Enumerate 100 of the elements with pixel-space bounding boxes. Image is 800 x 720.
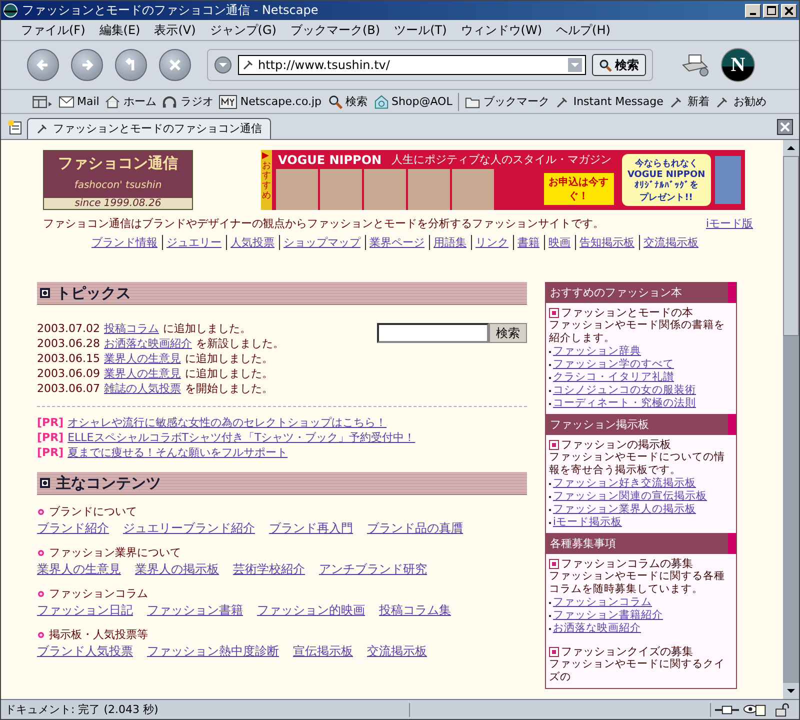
content-link[interactable]: ファッション書籍 xyxy=(147,603,243,618)
eye-document-icon xyxy=(743,702,767,716)
content-link[interactable]: 業界人の生意見 xyxy=(37,562,121,577)
bookmark-link[interactable]: 検索 xyxy=(346,94,368,109)
content-link[interactable]: ブランド人気投票 xyxy=(37,644,133,659)
bookmark-link[interactable]: ブックマーク xyxy=(483,94,550,109)
scrollbar[interactable] xyxy=(783,140,799,699)
search-button[interactable]: 検索 xyxy=(489,323,527,343)
nav-link[interactable]: 告知掲示板 xyxy=(574,235,634,250)
browser-logo[interactable]: N xyxy=(721,48,755,82)
nav-link[interactable]: 人気投票 xyxy=(226,235,274,250)
address-field[interactable]: http://www.tsushin.tv/ xyxy=(238,55,586,75)
menu-item[interactable]: 表示(V) xyxy=(154,22,196,38)
topic-link[interactable]: 業界人の生意見 xyxy=(104,366,181,381)
sidebar-link[interactable]: クラシコ・イタリア礼讃 xyxy=(553,371,674,384)
sidebar-link[interactable]: ファッション書籍紹介 xyxy=(553,609,663,622)
scrollbar-thumb[interactable] xyxy=(783,156,799,336)
menu-item[interactable]: ブックマーク(B) xyxy=(290,22,380,38)
minimize-button[interactable] xyxy=(745,4,761,18)
close-tab-button[interactable] xyxy=(777,118,793,134)
menu-item[interactable]: 編集(E) xyxy=(99,22,140,38)
topic-text: に追加しました。 xyxy=(162,321,251,336)
back-button[interactable] xyxy=(27,49,59,81)
close-button[interactable] xyxy=(781,4,797,18)
forward-button[interactable] xyxy=(71,49,103,81)
photo-placeholder xyxy=(452,169,494,210)
bookmark-link[interactable]: ホーム xyxy=(123,94,156,109)
content-link[interactable]: ブランド紹介 xyxy=(37,521,109,536)
search-button[interactable]: 検索 xyxy=(592,54,646,76)
bookmark-link[interactable]: 新着 xyxy=(687,94,710,109)
menu-item[interactable]: ファイル(F) xyxy=(21,22,86,38)
menu-item[interactable]: ジャンプ(G) xyxy=(210,22,276,38)
block-title: ファッションクイズの募集 xyxy=(561,645,693,658)
topic-link[interactable]: 業界人の生意見 xyxy=(104,351,181,366)
site-logo[interactable]: ファショコン通信 fashocon' tsushin since 1999.08.26 xyxy=(43,150,193,210)
content-link[interactable]: 投稿コラム集 xyxy=(379,603,451,618)
pr-link[interactable]: ELLEスペシャルコラボTシャツ付き「Tシャツ・ブック」予約受付中！ xyxy=(68,430,416,445)
sidebar-link[interactable]: お洒落な映画紹介 xyxy=(553,622,641,635)
bookmark-link[interactable]: お勧め xyxy=(733,94,766,109)
content-link[interactable]: ファッション的映画 xyxy=(257,603,365,618)
content-link[interactable]: 芸術学校紹介 xyxy=(233,562,305,577)
sidebar-link[interactable]: ファッション関連の宣伝掲示板 xyxy=(553,490,707,503)
nav-link[interactable]: ショップマップ xyxy=(278,235,360,250)
topic-link[interactable]: 投稿コラム xyxy=(104,321,159,336)
maximize-button[interactable] xyxy=(763,4,779,18)
printer-icon[interactable] xyxy=(679,52,709,78)
content-link[interactable]: ブランド再入門 xyxy=(269,521,353,536)
nav-link[interactable]: ブランド情報 xyxy=(92,235,158,250)
pr-link[interactable]: オシャレや流行に敏感な女性の為のセレクトショップはこちら！ xyxy=(68,415,387,430)
sidebar-link[interactable]: ファッション学のすべて xyxy=(553,358,674,371)
content-link[interactable]: ブランド品の真贋 xyxy=(367,521,463,536)
block-description: ファッションやモード関係の書籍を紹介します。 xyxy=(549,319,726,345)
content-link[interactable]: アンチブランド研究 xyxy=(319,562,427,577)
group-title: ファッションコラム xyxy=(49,586,148,601)
sidebar-link[interactable]: コシノジュンコの女の服装術 xyxy=(553,384,696,397)
sidebar-link[interactable]: コーディネート・究極の法則 xyxy=(553,397,696,410)
topic-date: 2003.06.28 xyxy=(37,336,100,351)
sidebar-link[interactable]: ファッションコラム xyxy=(553,596,652,609)
sidebar-toggle-icon[interactable] xyxy=(31,94,53,110)
sidebar-link[interactable]: ファッション好き交流掲示板 xyxy=(553,477,696,490)
nav-link[interactable]: 交流掲示板 xyxy=(638,235,698,250)
pr-link[interactable]: 夏までに痩せる！そんな願いをフルサポート xyxy=(68,445,288,460)
content-link[interactable]: 宣伝掲示板 xyxy=(293,644,353,659)
content-link[interactable]: ファッション日記 xyxy=(37,603,133,618)
sidebar-link[interactable]: ファッション業界人の掲示板 xyxy=(553,503,696,516)
bookmark-link[interactable]: Shop@AOL xyxy=(392,95,452,108)
dropdown-icon[interactable] xyxy=(214,56,232,74)
content-link[interactable]: 業界人の掲示板 xyxy=(135,562,219,577)
content-link[interactable]: ファッション熱中度診断 xyxy=(147,644,279,659)
nav-link[interactable]: 書籍 xyxy=(512,235,540,250)
topic-link[interactable]: お洒落な映画紹介 xyxy=(104,336,192,351)
menu-item[interactable]: ツール(T) xyxy=(394,22,447,38)
menu-item[interactable]: ヘルプ(H) xyxy=(556,22,610,38)
sidebar-link[interactable]: iモード掲示板 xyxy=(553,516,622,529)
nav-link[interactable]: 業界ページ xyxy=(364,235,424,250)
bookmark-link[interactable]: Instant Message xyxy=(573,95,664,108)
topic-link[interactable]: 雑誌の人気投票 xyxy=(104,381,181,396)
offer-label: 今ならもれなく VOGUE NIPPON ｵﾘｼﾞﾅﾙﾊﾞｯｸﾞを プレゼント!! xyxy=(622,154,711,206)
content-link[interactable]: 交流掲示板 xyxy=(367,644,427,659)
content-link[interactable]: ジュエリーブランド紹介 xyxy=(123,521,255,536)
bookmark-link[interactable]: Mail xyxy=(77,95,100,108)
pr-tag: [PR] xyxy=(37,430,64,445)
search-field[interactable] xyxy=(377,323,489,343)
bookmark-link[interactable]: Netscape.co.jp xyxy=(240,95,322,108)
reload-button[interactable] xyxy=(115,49,147,81)
window-title: ファッションとモードのファショコン通信 - Netscape xyxy=(22,2,320,19)
nav-link[interactable]: ジュエリー xyxy=(162,235,222,250)
bookmark-link[interactable]: ラジオ xyxy=(180,94,214,109)
new-tab-icon[interactable] xyxy=(7,118,23,134)
menu-item[interactable]: ウィンドウ(W) xyxy=(460,22,542,38)
scroll-up-icon[interactable] xyxy=(783,140,799,156)
nav-link[interactable]: 用語集 xyxy=(428,235,466,250)
scroll-down-icon[interactable] xyxy=(783,683,799,699)
nav-link[interactable]: リンク xyxy=(470,235,508,250)
imode-link[interactable]: iモード版 xyxy=(706,216,753,231)
nav-link[interactable]: 映画 xyxy=(544,235,570,250)
block-title: ファッションの掲示板 xyxy=(561,438,671,451)
page-tab[interactable]: ファッションとモードのファショコン通信 xyxy=(27,118,271,139)
stop-button[interactable] xyxy=(159,49,191,81)
sidebar-link[interactable]: ファッション辞典 xyxy=(553,345,641,358)
